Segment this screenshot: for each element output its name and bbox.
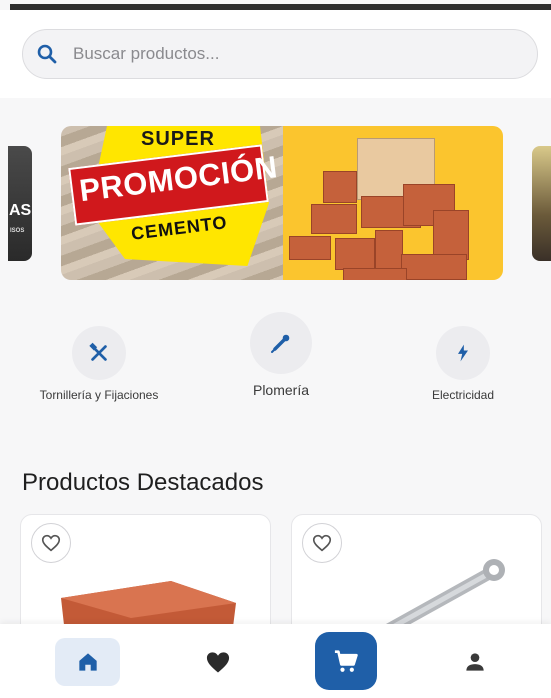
category-tornilleria[interactable]: Tornillería y Fijaciones [38,326,160,402]
person-icon [466,653,484,671]
cart-icon [334,650,358,672]
heart-icon [206,652,230,673]
category-icon-circle [72,326,126,380]
product-image-wrench [376,559,505,635]
brick-piece [343,268,407,280]
brick-piece [311,204,357,234]
carousel-slide-current[interactable]: SUPER PROMOCIÓN CEMENTO [61,126,503,280]
brick-piece [335,238,375,270]
nav-profile[interactable] [447,638,503,686]
brick-piece [289,236,331,260]
category-label: Plomería [252,382,310,398]
categories-row: Tornillería y Fijaciones Plomería Electr… [0,300,551,420]
home-icon [78,653,97,671]
previous-slide-text: AS [9,202,32,219]
nav-home[interactable] [55,638,120,686]
promo-text-super: SUPER [141,128,215,150]
category-icon-circle [436,326,490,380]
promo-image-bricks [283,126,503,280]
category-icon-circle [250,312,312,374]
featured-products-title: Productos Destacados [22,469,264,496]
search-input[interactable] [71,43,495,65]
bottom-navigation [0,624,551,698]
brick-piece [433,210,469,260]
carousel-slide-next[interactable] [532,146,551,261]
brick-piece [323,171,357,203]
brick-piece [401,254,467,280]
search-bar-container [0,10,551,98]
product-card[interactable] [20,514,271,636]
search-field[interactable] [22,29,538,79]
tools-icon [89,342,107,361]
heart-outline-icon [312,534,332,552]
heart-outline-icon [41,534,61,552]
favorite-button[interactable] [302,523,342,563]
nav-cart[interactable] [315,632,377,690]
promo-image-lumber: SUPER PROMOCIÓN CEMENTO [61,126,283,280]
favorite-button[interactable] [31,523,71,563]
category-electricidad[interactable]: Electricidad [420,326,506,402]
bolt-icon [458,344,468,362]
previous-slide-subtext: ISOS [10,228,25,234]
category-label: Electricidad [431,388,495,402]
category-plomeria[interactable]: Plomería [232,312,330,398]
nav-favorites[interactable] [190,638,246,686]
category-label: Tornillería y Fijaciones [39,388,159,402]
product-card[interactable] [291,514,542,636]
promo-carousel[interactable]: AS ISOS SUPER PROMOCIÓN CEMENTO [0,124,551,284]
search-icon [37,44,57,64]
carousel-slide-previous[interactable]: AS ISOS [8,146,32,261]
pipe-icon [271,334,290,353]
